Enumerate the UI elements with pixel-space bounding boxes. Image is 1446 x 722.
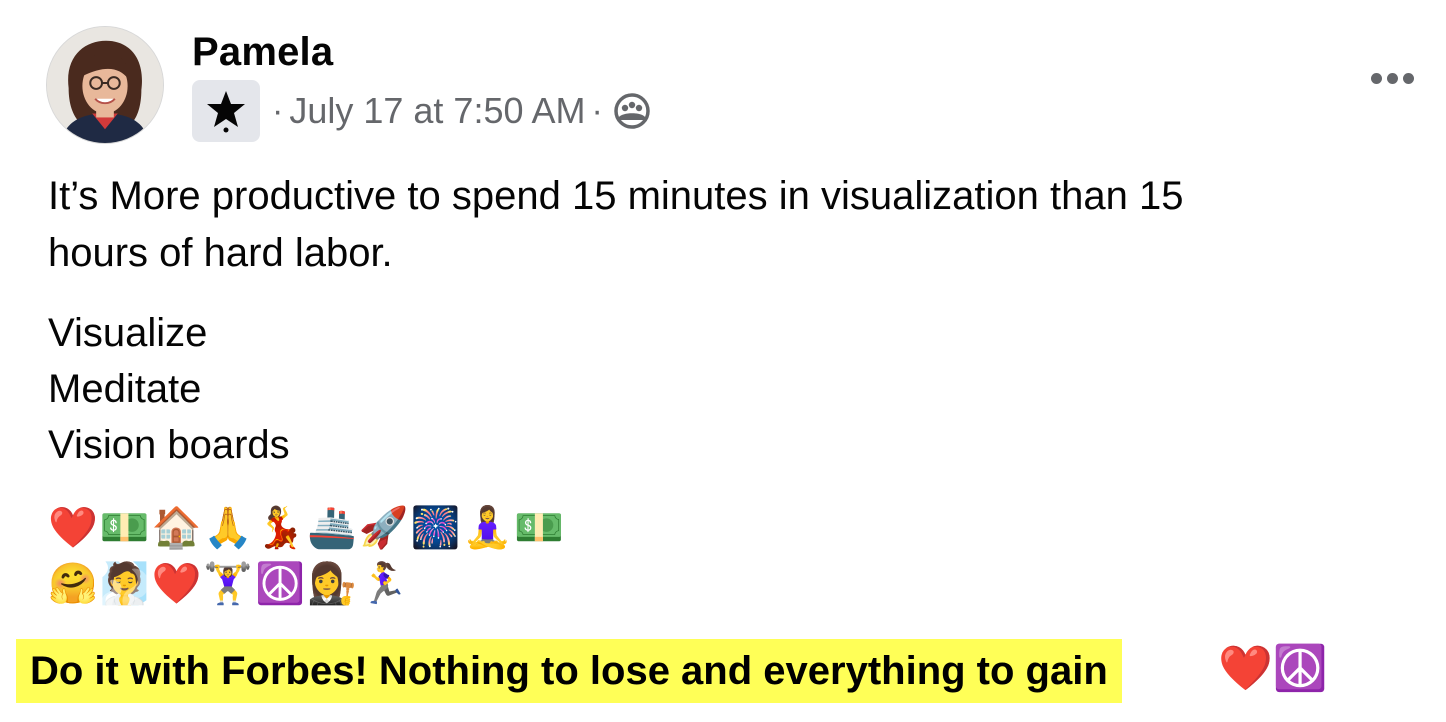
author-avatar[interactable]	[46, 26, 164, 144]
meta-separator: ·	[272, 91, 284, 130]
emoji-row: ❤️💵🏠🙏💃🚢🚀🎆🧘‍♀️💵	[48, 505, 567, 551]
group-audience-icon[interactable]	[613, 92, 651, 130]
post-text-line: It’s More productive to spend 15 minutes…	[48, 174, 1184, 218]
caption-banner: Do it with Forbes! Nothing to lose and e…	[16, 639, 1122, 703]
meta-separator: ·	[591, 91, 603, 130]
star-badge-icon[interactable]	[192, 80, 260, 142]
banner-emojis: ❤️☮️	[1218, 643, 1328, 694]
post-text-line: hours of hard labor.	[48, 231, 393, 275]
facebook-post: Pamela · July 17 at 7:50 AM · It’s More …	[0, 0, 1446, 722]
more-dot	[1370, 72, 1382, 84]
post-timestamp[interactable]: July 17 at 7:50 AM	[289, 90, 585, 132]
emoji-row: 🤗🧖❤️🏋️‍♀️☮️👩‍⚖️🏃‍♀️	[48, 561, 411, 607]
more-options-icon[interactable]	[1360, 60, 1424, 96]
more-dot	[1386, 72, 1398, 84]
post-list-item: Meditate	[48, 367, 202, 411]
post-list-item: Visualize	[48, 311, 208, 355]
author-name[interactable]: Pamela	[192, 30, 333, 75]
post-meta: · July 17 at 7:50 AM ·	[192, 80, 651, 142]
more-dot	[1402, 72, 1414, 84]
post-list-item: Vision boards	[48, 423, 290, 467]
avatar-photo	[47, 27, 163, 143]
